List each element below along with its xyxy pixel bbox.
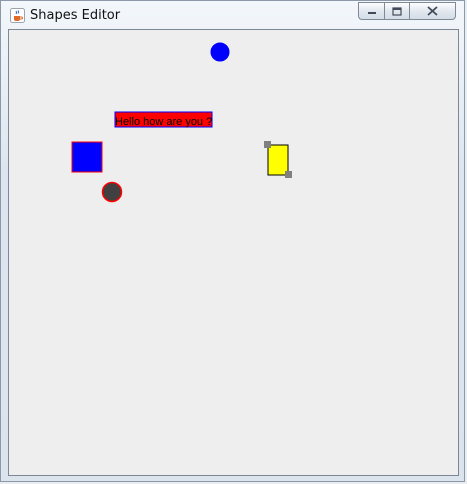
shapes-canvas[interactable]: Hello how are you ?	[9, 30, 458, 475]
dark-circle-shape[interactable]	[101, 181, 123, 203]
close-button[interactable]	[409, 2, 456, 20]
yellow-rectangle-shape[interactable]	[267, 144, 289, 176]
text-box-label: Hello how are you ?	[115, 116, 212, 128]
window-controls	[358, 2, 456, 20]
window-title: Shapes Editor	[30, 8, 121, 23]
maximize-icon	[392, 6, 402, 16]
close-icon	[427, 6, 438, 16]
blue-square-shape[interactable]	[71, 141, 103, 173]
selection-handle-top-left[interactable]	[264, 141, 271, 148]
selection-handle-bottom-right[interactable]	[285, 171, 292, 178]
minimize-icon	[367, 12, 376, 14]
shapes-editor-window: Shapes Editor Hello how are you ?	[0, 0, 465, 482]
java-cup-icon	[10, 8, 25, 23]
drawing-panel[interactable]: Hello how are you ?	[8, 29, 459, 476]
minimize-button[interactable]	[358, 2, 384, 20]
maximize-button[interactable]	[384, 2, 409, 20]
title-bar[interactable]: Shapes Editor	[1, 1, 464, 29]
blue-circle-shape[interactable]	[210, 42, 230, 62]
